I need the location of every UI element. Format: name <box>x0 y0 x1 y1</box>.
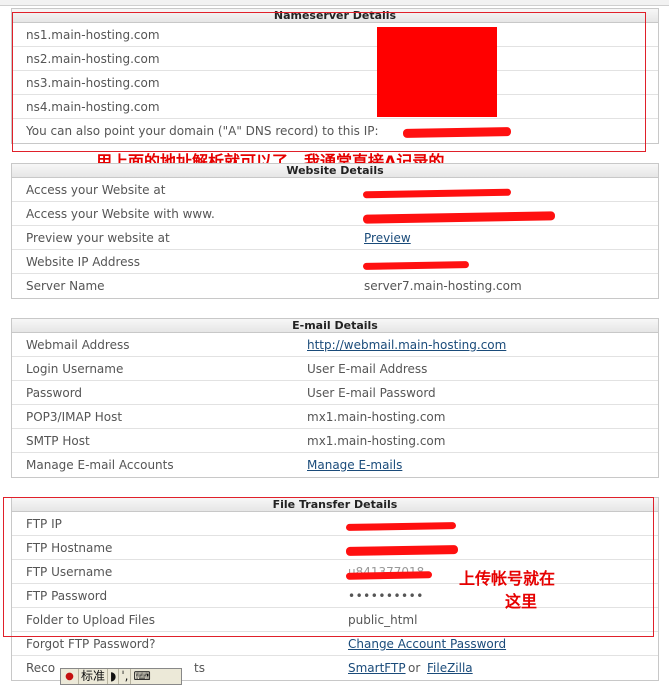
email-row: Webmail Address http://webmail.main-hosti… <box>12 333 658 357</box>
nameserver-title: Nameserver Details <box>12 9 658 23</box>
annotation-ftp-line1: 上传帐号就在 <box>459 569 556 588</box>
email-row: Manage E-mail Accounts Manage E-mails <box>12 453 658 477</box>
ftp-label: FTP Hostname <box>26 541 113 555</box>
ftp-password: •••••••••• <box>348 589 424 603</box>
website-row: Access your Website with www. <box>12 202 658 226</box>
ftp-row: FTP Password •••••••••• <box>12 584 658 608</box>
redaction-block <box>377 27 497 117</box>
redaction-mark <box>402 127 512 138</box>
ftp-title: File Transfer Details <box>12 498 658 512</box>
ime-logo-icon[interactable]: ● <box>61 669 79 684</box>
nameserver-panel: Nameserver Details ns1.main-hosting.com … <box>11 8 659 144</box>
email-value: mx1.main-hosting.com <box>307 434 446 448</box>
email-row: POP3/IMAP Host mx1.main-hosting.com <box>12 405 658 429</box>
website-label: Access your Website with www. <box>26 207 215 221</box>
top-strip <box>0 0 669 6</box>
ns4: ns4.main-hosting.com <box>26 100 160 114</box>
ip-hint-row: You can also point your domain ("A" DNS … <box>12 119 658 143</box>
ftp-row: FTP IP <box>12 512 658 536</box>
ns-row: ns1.main-hosting.com <box>12 23 658 47</box>
server-name: server7.main-hosting.com <box>364 279 522 293</box>
ftp-label: Forgot FTP Password? <box>26 637 156 651</box>
ftp-row: FTP Usernameu841377018 <box>12 560 658 584</box>
website-label: Access your Website at <box>26 183 166 197</box>
ip-hint: You can also point your domain ("A" DNS … <box>26 124 379 138</box>
ftp-folder: public_html <box>348 613 418 627</box>
ns-row: ns3.main-hosting.com <box>12 71 658 95</box>
manage-emails-link[interactable]: Manage E-mails <box>307 458 402 472</box>
email-label: POP3/IMAP Host <box>26 410 123 424</box>
redaction-mark <box>345 571 433 580</box>
website-panel: Website Details Access your Website at A… <box>11 163 659 299</box>
ns1: ns1.main-hosting.com <box>26 28 160 42</box>
email-label: Login Username <box>26 362 124 376</box>
ftp-label: FTP IP <box>26 517 62 531</box>
ime-mode-label[interactable]: 标准 <box>79 669 109 684</box>
ime-toolbar[interactable]: ● 标准 ◗ ˈ, ⌨ <box>60 668 182 685</box>
email-title: E-mail Details <box>12 319 658 333</box>
annotation-ftp-line2: 这里 <box>505 592 538 611</box>
preview-link[interactable]: Preview <box>364 231 411 245</box>
punctuation-icon[interactable]: ˈ, <box>119 669 132 684</box>
email-row: SMTP Host mx1.main-hosting.com <box>12 429 658 453</box>
website-title: Website Details <box>12 164 658 178</box>
ftp-label: Folder to Upload Files <box>26 613 155 627</box>
ftp-row: FTP Hostname <box>12 536 658 560</box>
email-row: Login Username User E-mail Address <box>12 357 658 381</box>
ftp-row: Forgot FTP Password? Change Account Passw… <box>12 632 658 656</box>
ns-row: ns2.main-hosting.com <box>12 47 658 71</box>
ftp-label: FTP Password <box>26 589 108 603</box>
change-password-link[interactable]: Change Account Password <box>348 637 506 651</box>
email-label: SMTP Host <box>26 434 90 448</box>
smartftp-link[interactable]: SmartFTP <box>348 661 406 675</box>
ftp-label-tail: ts <box>194 661 205 675</box>
website-row: Website IP Address <box>12 250 658 274</box>
email-value: mx1.main-hosting.com <box>307 410 446 424</box>
email-value: User E-mail Password <box>307 386 436 400</box>
soft-keyboard-icon[interactable]: ⌨ <box>131 669 152 684</box>
website-row: Server Name server7.main-hosting.com <box>12 274 658 298</box>
email-label: Password <box>26 386 83 400</box>
ftp-label: FTP Username <box>26 565 113 579</box>
half-width-icon[interactable]: ◗ <box>108 669 120 684</box>
website-row: Access your Website at <box>12 178 658 202</box>
ftp-panel: File Transfer Details FTP IP FTP Hostnam… <box>11 497 659 681</box>
email-row: Password User E-mail Password <box>12 381 658 405</box>
website-label: Preview your website at <box>26 231 170 245</box>
filezilla-link[interactable]: FileZilla <box>427 661 473 675</box>
website-label: Server Name <box>26 279 105 293</box>
email-value: User E-mail Address <box>307 362 428 376</box>
webmail-link[interactable]: http://webmail.main-hosting.com <box>307 338 506 352</box>
email-label: Webmail Address <box>26 338 130 352</box>
or-text: or <box>408 661 421 675</box>
website-row: Preview your website at Preview <box>12 226 658 250</box>
ns3: ns3.main-hosting.com <box>26 76 160 90</box>
email-label: Manage E-mail Accounts <box>26 458 174 472</box>
website-label: Website IP Address <box>26 255 141 269</box>
ftp-label: Reco <box>26 661 56 675</box>
ns2: ns2.main-hosting.com <box>26 52 160 66</box>
email-panel: E-mail Details Webmail Address http://web… <box>11 318 659 478</box>
ns-row: ns4.main-hosting.com <box>12 95 658 119</box>
ftp-row: Folder to Upload Files public_html <box>12 608 658 632</box>
